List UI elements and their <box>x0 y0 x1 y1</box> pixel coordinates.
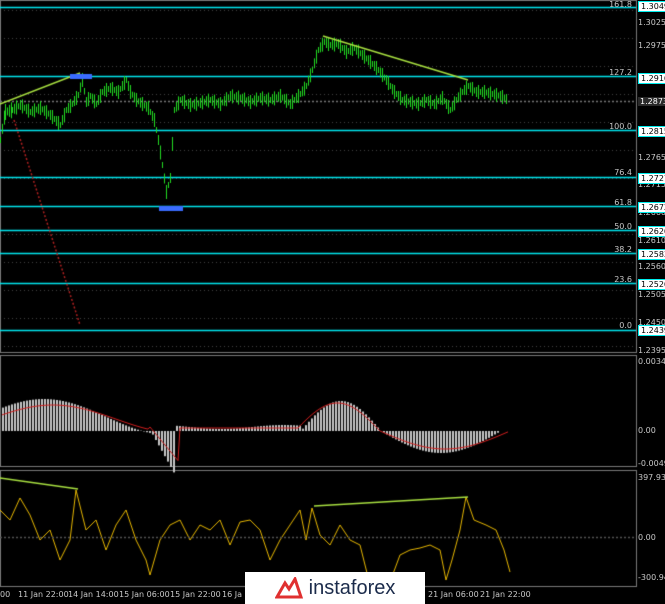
cci-axis-top: 397.9371 <box>638 473 665 482</box>
price-axis-label: 1.2395 <box>638 346 665 355</box>
fib-ratio-label: 76.4 <box>614 168 632 177</box>
fib-price-tag: 1.3049 <box>638 1 665 12</box>
fib-ratio-label: 38.2 <box>614 245 632 254</box>
fib-price-tag: 1.2439 <box>638 325 665 336</box>
time-label: 21 Jan 22:00 <box>480 590 531 599</box>
price-chart-canvas[interactable] <box>0 0 665 604</box>
price-axis-label: 1.2560 <box>638 262 665 271</box>
fib-ratio-label: 161.8 <box>609 0 632 9</box>
price-axis-label: 1.2975 <box>638 41 665 50</box>
macd-axis-top: 0.00349 <box>638 357 665 366</box>
fib-price-tag: 1.2672 <box>638 202 665 213</box>
fib-price-tag: 1.2727 <box>638 173 665 184</box>
cci-axis-bottom: -300.942 <box>638 573 665 582</box>
logo-text: instaforex <box>308 576 396 599</box>
current-price-tag: 1.2873 <box>638 97 665 106</box>
fib-ratio-label: 23.6 <box>614 275 632 284</box>
fib-ratio-label: 0.0 <box>619 321 632 330</box>
fib-price-tag: 1.2815 <box>638 126 665 137</box>
instaforex-logo: instaforex <box>245 572 425 604</box>
fib-price-tag: 1.2526 <box>638 279 665 290</box>
time-label: 21 Jan 06:00 <box>428 590 479 599</box>
time-label: 11 Jan 22:00 <box>18 590 69 599</box>
time-label: 16 Ja <box>222 590 242 599</box>
time-label: 15 Jan 22:00 <box>170 590 221 599</box>
price-axis-label: 1.2505 <box>638 290 665 299</box>
time-label: 00 <box>0 590 11 599</box>
fib-ratio-label: 100.0 <box>609 122 632 131</box>
fib-ratio-label: 50.0 <box>614 222 632 231</box>
instaforex-mark-icon <box>274 575 303 599</box>
price-axis-label: 1.2765 <box>638 153 665 162</box>
price-axis-label: 1.3025 <box>638 18 665 27</box>
fib-ratio-label: 127.2 <box>609 68 632 77</box>
macd-axis-zero: 0.00 <box>638 426 656 435</box>
fib-price-tag: 1.2626 <box>638 226 665 237</box>
fib-ratio-label: 61.8 <box>614 198 632 207</box>
fib-price-tag: 1.2916 <box>638 73 665 84</box>
time-label: 15 Jan 06:00 <box>119 590 170 599</box>
fib-price-tag: 1.2583 <box>638 249 665 260</box>
time-label: 14 Jan 14:00 <box>68 590 119 599</box>
price-axis-label: 1.2610 <box>638 236 665 245</box>
macd-axis-bottom: -0.00496 <box>638 459 665 468</box>
cci-axis-zero: 0.00 <box>638 533 656 542</box>
